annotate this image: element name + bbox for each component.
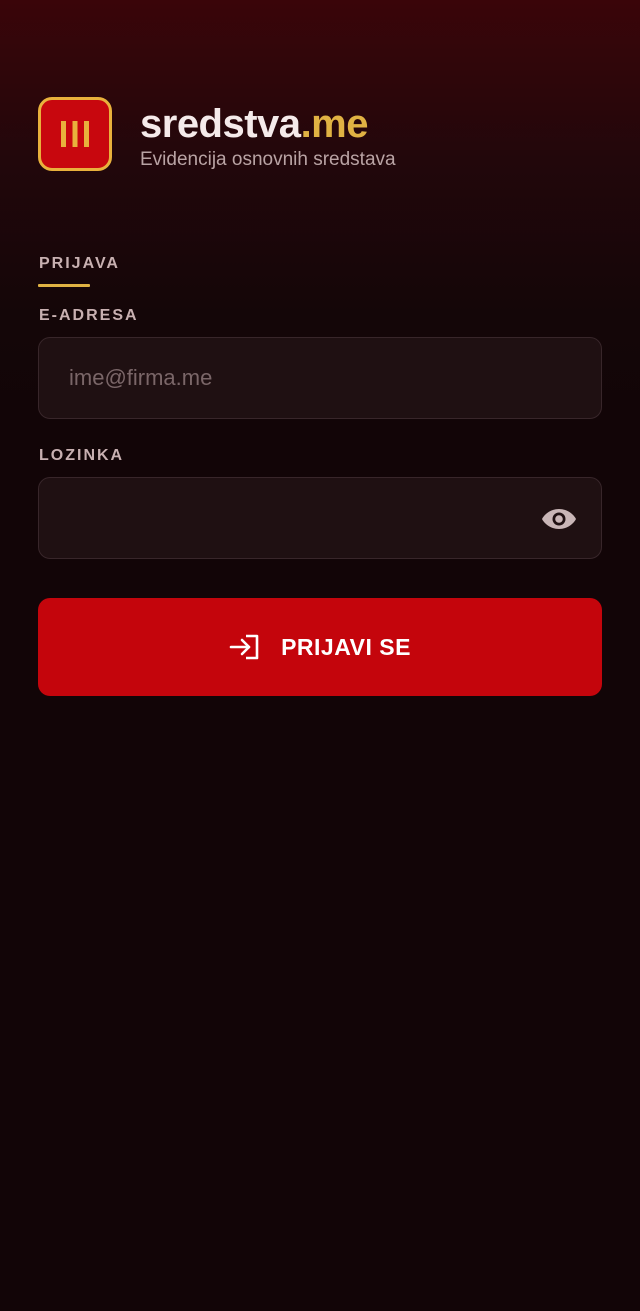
three-bars-logo-icon	[38, 97, 112, 171]
brand-name: sredstva.me	[140, 101, 396, 147]
brand-subtitle: Evidencija osnovnih sredstava	[140, 149, 396, 170]
sign-in-icon	[229, 631, 261, 663]
section-title: PRIJAVA	[39, 255, 120, 272]
password-label: LOZINKA	[39, 447, 125, 464]
email-field[interactable]	[39, 338, 601, 418]
password-field[interactable]	[39, 478, 601, 558]
email-label: E-ADRESA	[39, 307, 139, 324]
login-screen: sredstva.me Evidencija osnovnih sredstav…	[0, 0, 640, 1311]
brand-text: sredstva.me Evidencija osnovnih sredstav…	[140, 101, 396, 172]
sign-in-button-label: PRIJAVI SE	[281, 633, 411, 660]
section-underline	[38, 284, 90, 287]
email-field-container	[38, 337, 602, 419]
brand-name-tld: .me	[300, 102, 369, 146]
sign-in-button[interactable]: PRIJAVI SE	[38, 598, 602, 696]
brand-header: sredstva.me Evidencija osnovnih sredstav…	[38, 97, 396, 172]
eye-icon[interactable]	[541, 501, 577, 537]
password-field-container	[38, 477, 602, 559]
brand-name-main: sredstva	[140, 102, 301, 146]
